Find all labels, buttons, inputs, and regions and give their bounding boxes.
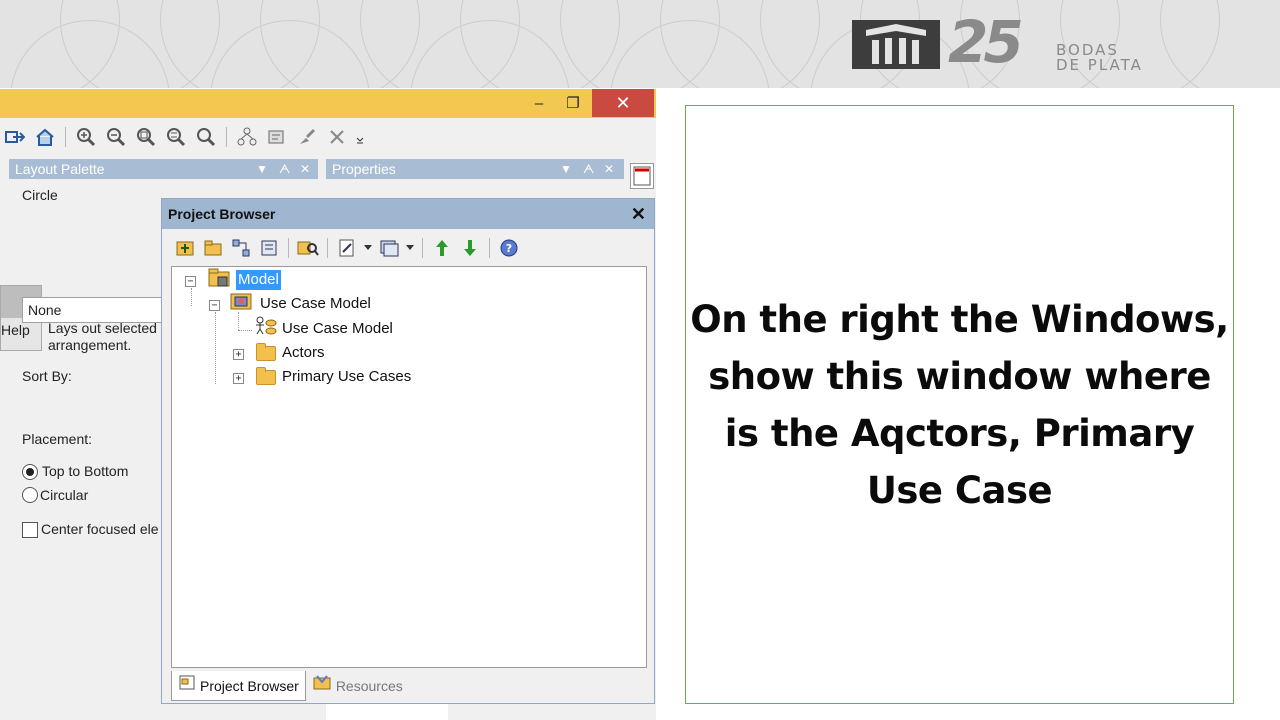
radio-top-to-bottom-label: Top to Bottom (42, 463, 129, 479)
layout-description-line2: arrangement. (48, 337, 132, 353)
tree-node-label: Use Case Model (282, 320, 393, 337)
package-icon (230, 292, 252, 316)
tree-collapse-toggle[interactable]: − (209, 300, 220, 311)
tab-resources[interactable]: Resources (306, 671, 409, 701)
restore-button[interactable]: ❐ (558, 89, 588, 117)
radio-top-to-bottom[interactable] (22, 464, 38, 480)
sort-by-label: Sort By: (22, 368, 72, 384)
zoom-icon[interactable] (193, 125, 219, 149)
edit-icon[interactable] (334, 235, 360, 261)
chevron-down-icon[interactable] (404, 235, 416, 261)
tab-label: Resources (335, 678, 403, 694)
format-icon[interactable] (264, 125, 290, 149)
tab-label: Project Browser (200, 677, 299, 694)
close-icon[interactable]: ✕ (631, 199, 646, 229)
toolbar-separator (226, 127, 227, 147)
zoom-in-icon[interactable] (73, 125, 99, 149)
header-banner: 25 BODAS DE PLATA (0, 0, 1280, 88)
project-browser-title-bar[interactable]: Project Browser ✕ (162, 199, 654, 229)
new-element-icon[interactable] (256, 235, 282, 261)
zoom-out-icon[interactable] (103, 125, 129, 149)
pin-icon[interactable]: ᗅ (279, 159, 290, 179)
more-icon[interactable] (354, 125, 366, 149)
arrow-up-icon[interactable] (429, 235, 455, 261)
callout-box: On the right the Windows, show this wind… (685, 105, 1234, 704)
restore-icon: ❐ (566, 95, 580, 112)
tab-project-browser[interactable]: Project Browser (171, 671, 306, 701)
svg-text:?: ? (506, 242, 512, 255)
close-icon: ✕ (615, 92, 631, 113)
tree-node-actors[interactable]: Actors (256, 342, 325, 363)
minimize-icon: – (534, 94, 544, 112)
use-case-diagram-icon (254, 316, 278, 342)
new-model-icon[interactable] (172, 235, 198, 261)
project-browser-icon (178, 672, 196, 700)
project-browser-tabs: Project Browser Resources (171, 671, 409, 701)
folder-icon (256, 342, 276, 361)
properties-title: Properties (332, 161, 396, 177)
radio-circular[interactable] (22, 487, 38, 503)
tree-node-label: Actors (282, 344, 325, 361)
placement-label: Placement: (22, 431, 93, 447)
close-button[interactable]: ✕ (592, 89, 654, 117)
properties-header[interactable]: Properties ▼ ᗅ ✕ (326, 159, 624, 179)
model-root-icon (208, 267, 232, 293)
delete-icon[interactable] (324, 125, 350, 149)
tree-collapse-toggle[interactable]: − (185, 276, 196, 287)
tree-node-primary-use-cases[interactable]: Primary Use Cases (256, 366, 412, 387)
tree-expand-toggle[interactable]: + (233, 373, 244, 384)
center-focused-checkbox[interactable] (22, 522, 38, 538)
view-icon[interactable] (376, 235, 402, 261)
chevron-down-icon[interactable] (362, 235, 374, 261)
resources-icon (312, 672, 332, 700)
radio-circular-label: Circular (40, 487, 89, 503)
layout-icon[interactable] (234, 125, 260, 149)
help-label: Help (1, 322, 30, 338)
layout-palette-header[interactable]: Layout Palette ▼ ᗅ ✕ (9, 159, 318, 179)
tree-node-label: Use Case Model (260, 295, 371, 312)
university-logo-icon (852, 20, 940, 69)
pin-icon[interactable]: ᗅ (583, 159, 594, 179)
tree-node-use-case-model-package[interactable]: Use Case Model (230, 292, 371, 316)
anniversary-number: 25 (948, 8, 1024, 76)
tree-node-label: Model (236, 270, 281, 290)
help-icon[interactable]: ? (496, 235, 522, 261)
toolbar-separator (65, 127, 66, 147)
zoom-fit-icon[interactable] (133, 125, 159, 149)
chevron-down-icon[interactable]: ▼ (256, 159, 268, 179)
tree-node-model[interactable]: Model (208, 267, 281, 293)
project-browser-toolbar: ? (172, 233, 522, 263)
folder-icon (256, 366, 276, 385)
brush-icon[interactable] (294, 125, 320, 149)
callout-text: On the right the Windows, show this wind… (690, 297, 1229, 512)
layout-palette-panel: Circle Help Lays out selected arrangemen… (0, 181, 165, 720)
find-icon[interactable] (295, 235, 321, 261)
new-diagram-icon[interactable] (228, 235, 254, 261)
close-icon[interactable]: ✕ (300, 159, 310, 179)
tree-node-label: Primary Use Cases (282, 368, 412, 385)
new-package-icon[interactable] (200, 235, 226, 261)
notes-icon[interactable] (630, 163, 654, 189)
center-focused-label: Center focused ele (41, 521, 159, 537)
layout-selected-item[interactable]: Circle (22, 187, 58, 203)
project-browser-title: Project Browser (168, 206, 276, 222)
app-window: – ❐ ✕ Layout Palette ▼ ᗅ ✕ Properties ▼ … (0, 89, 656, 720)
tree-node-use-case-diagram[interactable]: Use Case Model (254, 316, 393, 342)
layout-palette-title: Layout Palette (15, 161, 105, 177)
project-tree: − Model − Use Case Model Use Case Model … (171, 266, 647, 668)
logo-text-line2: DE PLATA (1056, 56, 1143, 74)
tree-expand-toggle[interactable]: + (233, 349, 244, 360)
sort-by-select[interactable]: None (22, 297, 165, 323)
minimize-button[interactable]: – (524, 89, 554, 117)
zoom-reset-icon[interactable] (163, 125, 189, 149)
title-bar: – ❐ ✕ (0, 89, 656, 118)
project-browser-dialog: Project Browser ✕ ? − Model − Use Case M… (161, 198, 655, 704)
close-icon[interactable]: ✕ (604, 159, 614, 179)
home-icon[interactable] (32, 125, 58, 149)
main-toolbar (0, 123, 656, 151)
export-icon[interactable] (2, 125, 28, 149)
chevron-down-icon[interactable]: ▼ (560, 159, 572, 179)
arrow-down-icon[interactable] (457, 235, 483, 261)
